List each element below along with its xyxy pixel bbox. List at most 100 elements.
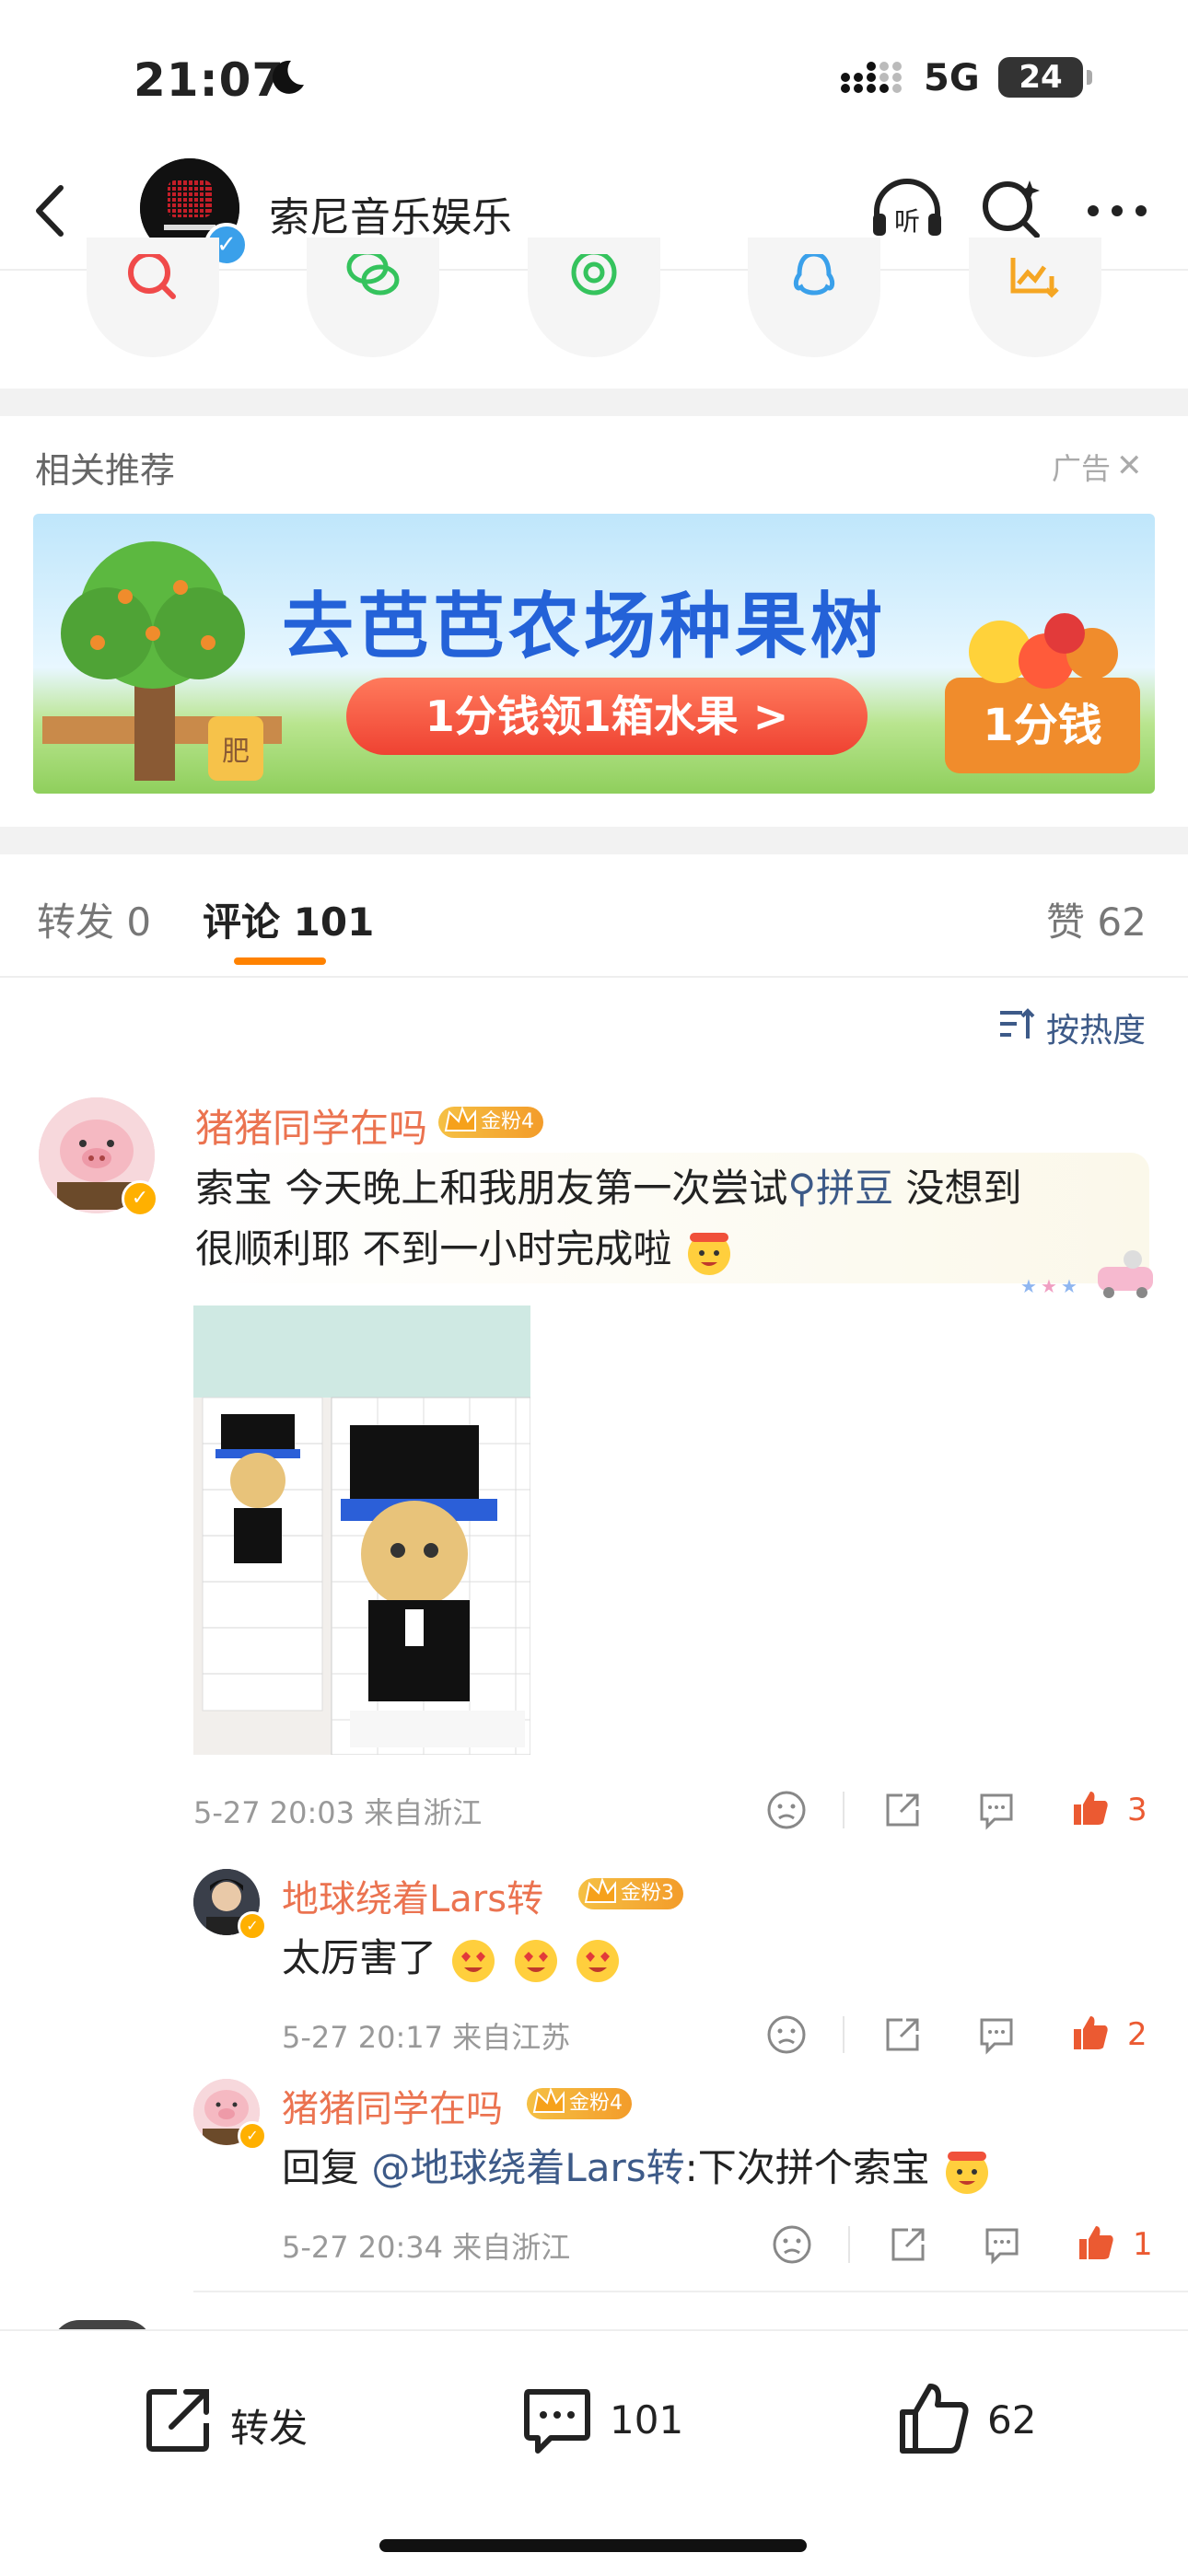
crown-icon	[532, 2087, 565, 2113]
commenter-username[interactable]: 猪猪同学在吗	[195, 1097, 427, 1154]
fertilizer-label: 肥	[222, 736, 250, 768]
reply-meta: 5-27 20:34 来自浙江	[282, 2230, 571, 2265]
moments-icon	[571, 254, 617, 296]
sort-by-hot-button[interactable]: 按热度	[1046, 1004, 1146, 1051]
share-comment-icon[interactable]	[882, 1790, 923, 1830]
comment-text: 索宝 今天晚上和我朋友第一次尝试⚲拼豆 没想到 很顺利耶 不到一小时完成啦	[195, 1158, 1144, 1280]
crown-icon	[444, 1106, 476, 1131]
signal-icon	[841, 62, 902, 93]
section-divider	[0, 389, 1188, 416]
tab-comment[interactable]: 评论 101	[203, 891, 374, 947]
reply-icon[interactable]	[976, 1790, 1017, 1830]
dislike-face-icon[interactable]	[772, 2224, 812, 2265]
back-arrow-icon[interactable]	[28, 180, 74, 241]
perler-bead-photo	[193, 1305, 530, 1755]
moon-icon	[272, 60, 304, 94]
active-tab-indicator	[234, 957, 326, 965]
fan-level-text: 金粉4	[569, 2092, 623, 2115]
save-image-icon	[1010, 258, 1059, 298]
like-thumb-icon[interactable]	[1070, 1788, 1111, 1828]
repost-label[interactable]: 转发	[230, 2397, 308, 2454]
network-type: 5G	[924, 57, 980, 99]
battery-indicator: 24	[998, 57, 1092, 98]
like-count: 3	[1127, 1792, 1147, 1828]
ad-banner[interactable]: 肥 去芭芭农场种果树 1分钱领1箱水果 > 1分钱	[33, 514, 1155, 794]
like-thumb-icon[interactable]	[1076, 2222, 1116, 2263]
reply-meta: 5-27 20:17 来自江苏	[282, 2020, 571, 2055]
mention-link[interactable]: @地球绕着Lars转	[371, 2145, 684, 2190]
tabs-divider	[0, 976, 1188, 978]
dislike-face-icon[interactable]	[766, 2014, 807, 2055]
repost-icon[interactable]	[144, 2385, 214, 2454]
comment-meta: 5-27 20:03 来自浙江	[193, 1795, 483, 1830]
fan-level-badge: 金粉3	[578, 1877, 683, 1909]
like-thumb-icon[interactable]	[1070, 2013, 1111, 2053]
share-qq-button[interactable]	[748, 238, 880, 357]
ad-close-icon[interactable]: ✕	[1116, 447, 1143, 484]
tab-like[interactable]: 赞 62	[1046, 891, 1147, 947]
replier-username[interactable]: 猪猪同学在吗	[282, 2079, 503, 2132]
related-title: 相关推荐	[35, 450, 176, 491]
account-name[interactable]: 索尼音乐娱乐	[269, 184, 512, 243]
status-time: 21:07	[134, 53, 285, 107]
ad-label: 广告	[1052, 451, 1112, 486]
home-indicator[interactable]	[379, 2539, 807, 2552]
topic-link[interactable]: ⚲拼豆	[787, 1166, 893, 1211]
ad-title: 去芭芭农场种果树	[282, 586, 887, 668]
excited-emoji-icon	[946, 2151, 989, 2194]
crown-icon	[584, 1877, 616, 1903]
share-comment-icon[interactable]	[882, 2014, 923, 2055]
reply-text: 太厉害了	[282, 1928, 623, 1989]
heart-eyes-emoji-icon	[514, 1939, 557, 1982]
svg-text:★: ★	[1061, 1275, 1077, 1297]
search-icon: ⚲	[787, 1166, 817, 1211]
comment-count[interactable]: 101	[610, 2397, 683, 2443]
verified-badge-icon: ✓	[238, 1911, 267, 1941]
share-wechat-button[interactable]	[307, 238, 439, 357]
svg-text:★: ★	[1041, 1275, 1057, 1297]
reply-text: 回复 @地球绕着Lars转:下次拼个索宝	[282, 2138, 992, 2199]
headphones-listen-icon[interactable]: 听	[869, 177, 945, 241]
fan-level-badge: 金粉4	[527, 2087, 632, 2119]
action-separator	[848, 2226, 850, 2263]
comment-image[interactable]	[193, 1305, 530, 1755]
tab-repost[interactable]: 转发 0	[37, 891, 151, 947]
decoration-sticker: ★ ★ ★	[1020, 1250, 1153, 1298]
qq-icon	[793, 254, 835, 296]
share-save-image-button[interactable]	[969, 238, 1101, 357]
like-icon[interactable]	[897, 2381, 971, 2456]
fan-level-badge: 金粉4	[438, 1106, 543, 1138]
share-moments-button[interactable]	[528, 238, 660, 357]
like-count-bottom[interactable]: 62	[987, 2397, 1036, 2443]
excited-emoji-icon	[687, 1232, 730, 1275]
share-comment-icon[interactable]	[888, 2224, 928, 2265]
dislike-face-icon[interactable]	[766, 1790, 807, 1830]
like-count: 1	[1133, 2226, 1153, 2263]
fan-level-text: 金粉4	[481, 1110, 534, 1133]
action-separator	[843, 2016, 844, 2053]
search-icon[interactable]	[980, 177, 1044, 241]
fruit-box-illustration	[969, 613, 1118, 689]
wechat-icon	[346, 254, 400, 296]
svg-text:★: ★	[1020, 1275, 1037, 1297]
section-divider	[0, 827, 1188, 854]
reply-icon[interactable]	[976, 2014, 1017, 2055]
comment-divider	[193, 2291, 1188, 2292]
svg-text:听: 听	[894, 206, 920, 237]
ad-price-tag: 1分钱	[945, 678, 1140, 773]
reply-icon[interactable]	[982, 2224, 1022, 2265]
comment-icon[interactable]	[521, 2385, 593, 2456]
action-separator	[843, 1792, 844, 1828]
heart-eyes-emoji-icon	[452, 1939, 495, 1982]
fruit-tree-illustration: 肥	[42, 541, 282, 781]
like-count: 2	[1127, 2016, 1147, 2053]
share-search-button[interactable]	[87, 238, 219, 357]
replier-username[interactable]: 地球绕着Lars转	[282, 1869, 543, 1922]
more-icon[interactable]	[1087, 204, 1147, 217]
ad-cta-button[interactable]: 1分钱领1箱水果 >	[346, 678, 868, 755]
search-share-icon	[128, 254, 176, 299]
sort-icon[interactable]	[998, 1005, 1035, 1042]
verified-badge-icon: ✓	[122, 1180, 158, 1217]
heart-eyes-emoji-icon	[577, 1939, 620, 1982]
fan-level-text: 金粉3	[621, 1882, 674, 1905]
